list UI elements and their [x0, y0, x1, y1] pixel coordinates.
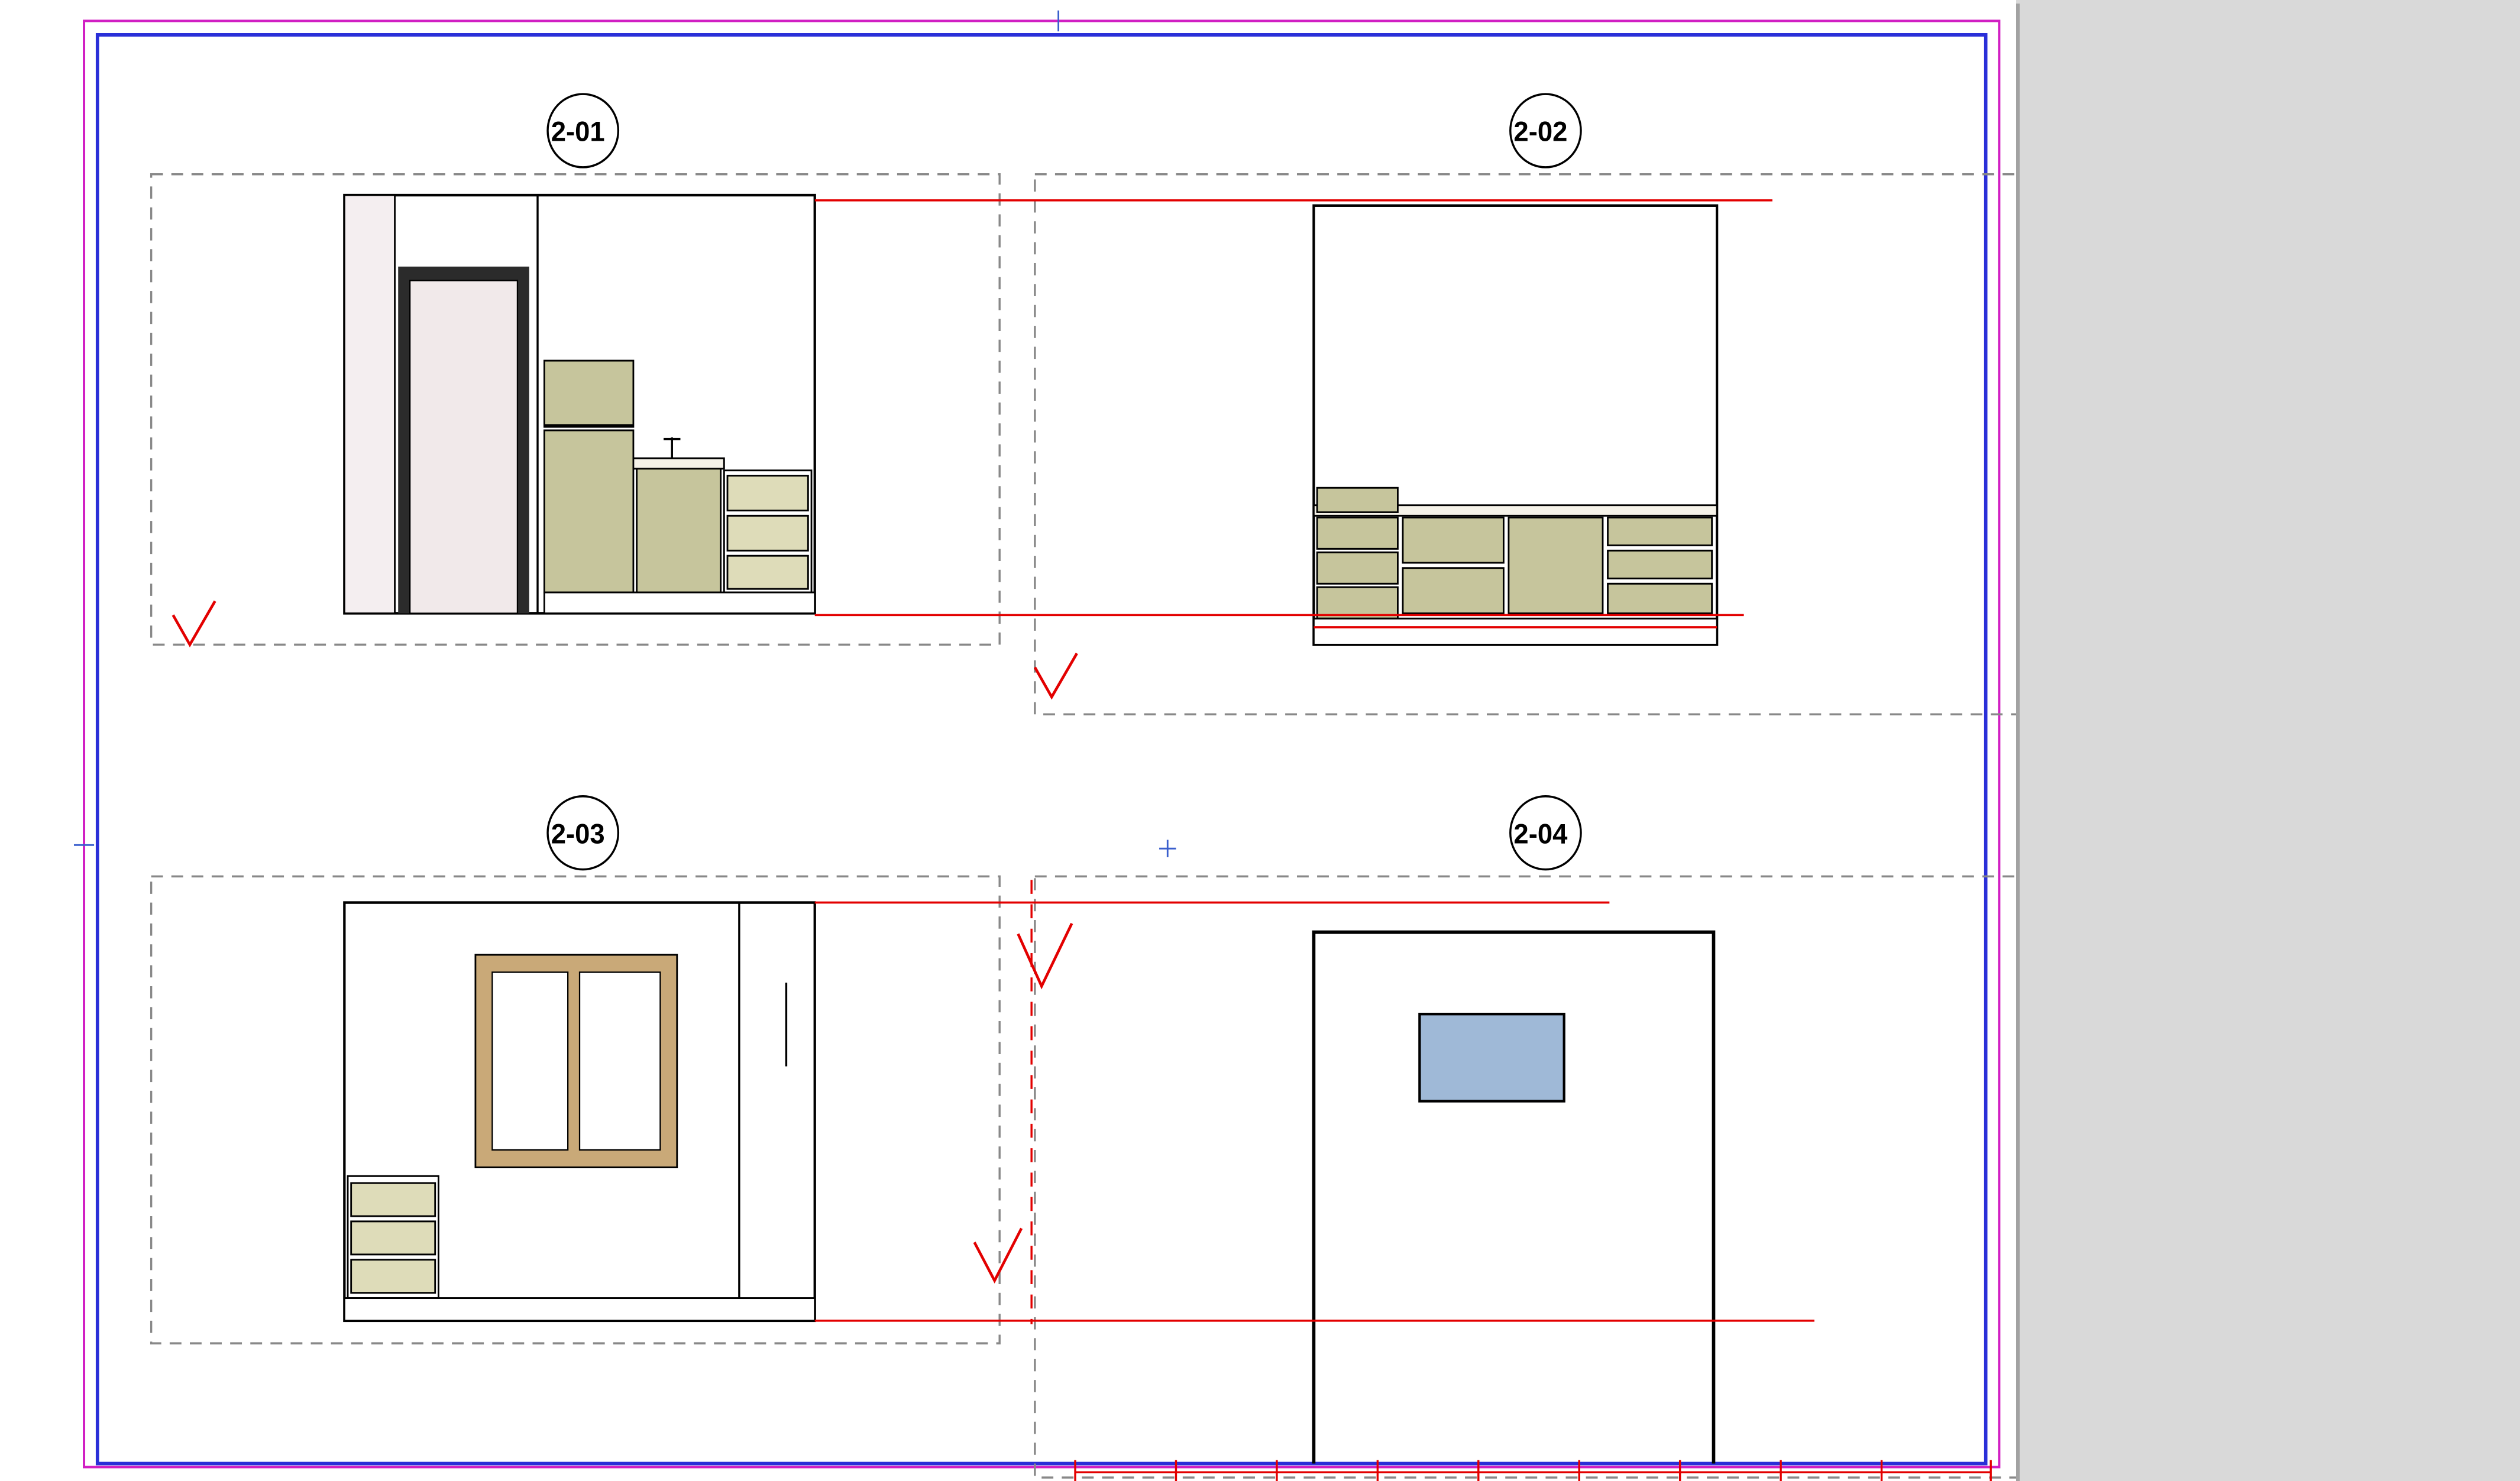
elevation-tag-label-2-01: 2-01 — [551, 116, 605, 147]
window-2-03 — [475, 955, 677, 1168]
viewport-dash-2-04 — [1035, 876, 2016, 1477]
wall-outline-2-04 — [1314, 932, 1713, 1464]
viewport-2-03[interactable] — [151, 876, 1000, 1343]
elevation-tag-2-04: 2-04 — [1510, 796, 1581, 870]
tall-cabinet-2-01 — [544, 430, 633, 592]
baseboard-2-01 — [544, 592, 814, 613]
upper-small-2-02 — [1317, 488, 1398, 512]
elevation-tag-2-01: 2-01 — [548, 94, 618, 167]
center-door-2-02 — [1509, 517, 1603, 613]
window-2-04 — [1419, 1014, 1564, 1101]
right-drawers-2-02 — [1608, 517, 1712, 613]
baseboard-2-02 — [1314, 618, 1717, 644]
drawer-stack-2-01 — [724, 471, 811, 592]
drawing-canvas[interactable]: 2-01 — [0, 0, 2016, 1481]
center-cross-icon — [1159, 840, 1176, 857]
viewport-2-02[interactable] — [1035, 174, 2016, 715]
upper-cabinet-2-01 — [544, 361, 633, 427]
viewport-2-01[interactable] — [151, 174, 1000, 645]
elevation-tag-label-2-03: 2-03 — [551, 818, 605, 850]
baseboard-2-03 — [344, 1298, 814, 1321]
wall-return-2-01 — [344, 195, 394, 613]
elevation-tag-2-02: 2-02 — [1510, 94, 1581, 167]
left-drawers-2-02 — [1317, 517, 1398, 618]
sink-cabinet-2-01 — [633, 438, 724, 592]
cad-viewport[interactable]: 2-01 — [0, 0, 2520, 1481]
door-2-01 — [398, 267, 529, 613]
elevation-tag-label-2-02: 2-02 — [1513, 116, 1567, 147]
drawer-stack-2-03 — [348, 1176, 438, 1298]
viewport-2-04[interactable] — [1035, 876, 2016, 1477]
elevation-tag-2-03: 2-03 — [548, 796, 618, 870]
elevation-tag-label-2-04: 2-04 — [1513, 818, 1567, 850]
